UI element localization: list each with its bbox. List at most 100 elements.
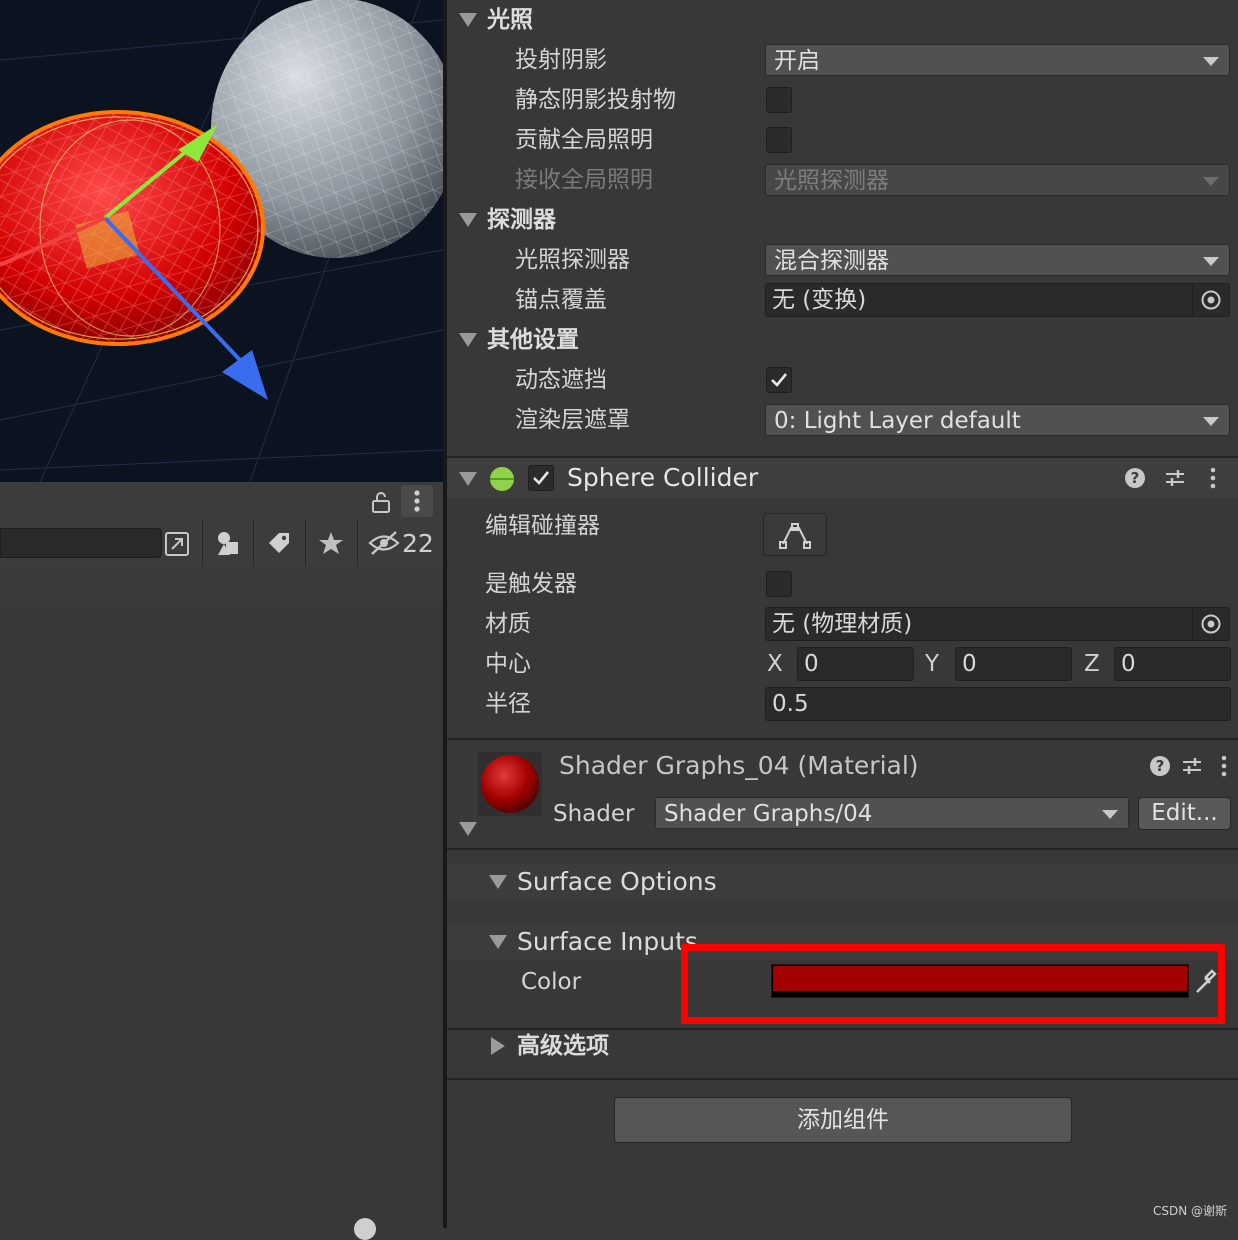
advanced-foldout-arrow[interactable] — [491, 1037, 505, 1055]
edit-collider-button[interactable] — [763, 513, 827, 556]
anchor-override-field[interactable]: 无 (变换) — [765, 283, 1230, 317]
hierarchy-toolbar — [0, 482, 443, 521]
center-y-input[interactable]: 0 — [955, 647, 1072, 681]
hidden-toggle-button[interactable]: 22 — [357, 520, 444, 566]
surface-options-header[interactable]: Surface Options — [447, 864, 1238, 900]
color-label: Color — [521, 969, 582, 995]
checkmark-icon — [771, 373, 788, 387]
filter-by-type-button[interactable] — [202, 520, 253, 566]
static-shadow-caster-checkbox[interactable] — [766, 87, 792, 113]
component-menu-icon[interactable] — [1214, 754, 1234, 778]
watermark: CSDN @谢斯 — [1153, 1204, 1228, 1218]
advanced-options-label[interactable]: 高级选项 — [517, 1026, 609, 1066]
expand-search-icon[interactable] — [162, 529, 192, 563]
center-z-label: Z — [1084, 651, 1100, 677]
receive-gi-value: 光照探测器 — [774, 168, 889, 194]
star-icon — [319, 532, 343, 554]
cast-shadows-label: 投射阴影 — [515, 47, 607, 73]
sphere-collider-icon — [489, 466, 515, 492]
tag-icon — [269, 533, 289, 553]
component-menu-icon[interactable] — [1203, 466, 1223, 490]
material-preview-sphere — [478, 752, 542, 820]
light-probes-dropdown[interactable]: 混合探测器 — [765, 244, 1230, 276]
other-settings-section-title[interactable]: 其他设置 — [487, 320, 579, 360]
is-trigger-checkbox[interactable] — [766, 571, 792, 597]
target-icon — [1201, 614, 1221, 634]
favorites-button[interactable] — [305, 520, 356, 566]
kebab-menu-icon[interactable] — [401, 485, 433, 517]
presets-icon[interactable] — [1180, 754, 1204, 778]
hierarchy-header — [0, 566, 443, 607]
physics-material-field[interactable]: 无 (物理材质) — [765, 607, 1230, 641]
material-foldout-arrow[interactable] — [459, 822, 477, 836]
edit-bounds-icon — [779, 523, 811, 549]
svg-text:?: ? — [1156, 757, 1165, 775]
probes-section-title[interactable]: 探测器 — [487, 200, 556, 240]
rendering-layer-label: 渲染层遮罩 — [515, 407, 630, 433]
divider — [447, 738, 1238, 740]
help-icon[interactable]: ? — [1148, 754, 1172, 778]
material-name: Shader Graphs_04 (Material) — [559, 751, 919, 780]
radius-label: 半径 — [485, 691, 531, 717]
svg-text:?: ? — [1131, 469, 1140, 487]
chevron-down-icon — [1203, 257, 1219, 266]
target-icon — [1201, 290, 1221, 310]
anchor-override-label: 锚点覆盖 — [515, 287, 607, 313]
sphere-collider-enabled-checkbox[interactable] — [528, 465, 554, 491]
shader-value: Shader Graphs/04 — [664, 801, 873, 827]
chevron-down-icon — [1102, 810, 1118, 819]
chevron-down-icon — [1203, 57, 1219, 66]
filter-by-label-button[interactable] — [253, 520, 304, 566]
center-y-label: Y — [925, 651, 940, 677]
contribute-gi-label: 贡献全局照明 — [515, 127, 653, 153]
material-label: 材质 — [485, 611, 531, 637]
cast-shadows-dropdown[interactable]: 开启 — [765, 44, 1230, 76]
light-probes-value: 混合探测器 — [774, 248, 889, 274]
add-component-button[interactable]: 添加组件 — [614, 1097, 1072, 1143]
center-label: 中心 — [485, 651, 531, 677]
center-x-input[interactable]: 0 — [797, 647, 914, 681]
scene-view[interactable] — [0, 0, 443, 482]
surface-options-label: Surface Options — [517, 867, 717, 896]
dynamic-occlusion-checkbox[interactable] — [766, 367, 792, 393]
divider — [447, 1078, 1238, 1080]
sphere-collider-foldout-arrow[interactable] — [459, 472, 477, 486]
scene-viewport-graphic — [0, 0, 443, 482]
object-picker-button[interactable] — [1192, 284, 1229, 316]
highlight-box — [681, 944, 1225, 1024]
edit-shader-button[interactable]: Edit... — [1138, 797, 1231, 830]
receive-gi-label: 接收全局照明 — [515, 167, 653, 193]
surface-inputs-foldout-arrow[interactable] — [489, 935, 507, 949]
edit-collider-label: 编辑碰撞器 — [485, 513, 600, 539]
chevron-down-icon — [1203, 177, 1219, 186]
contribute-gi-checkbox[interactable] — [766, 127, 792, 153]
lock-icon[interactable] — [370, 490, 392, 518]
checkmark-icon — [533, 471, 550, 485]
help-icon[interactable]: ? — [1123, 466, 1147, 490]
scroll-handle[interactable] — [354, 1218, 376, 1240]
other-settings-foldout-arrow[interactable] — [459, 333, 477, 347]
lighting-foldout-arrow[interactable] — [459, 13, 477, 27]
shader-dropdown[interactable]: Shader Graphs/04 — [655, 797, 1129, 829]
hierarchy-list[interactable] — [0, 606, 443, 1240]
static-shadow-caster-label: 静态阴影投射物 — [515, 87, 676, 113]
object-picker-button[interactable] — [1192, 608, 1229, 640]
hidden-count: 22 — [402, 528, 434, 558]
anchor-override-value: 无 (变换) — [772, 287, 867, 313]
rendering-layer-dropdown[interactable]: 0: Light Layer default — [765, 404, 1230, 436]
sphere-collider-header[interactable]: Sphere Collider ? — [447, 458, 1238, 498]
surface-inputs-label: Surface Inputs — [517, 927, 698, 956]
search-input[interactable] — [0, 528, 162, 558]
shapes-icon — [218, 532, 238, 555]
eye-hidden-icon — [368, 531, 400, 555]
probes-foldout-arrow[interactable] — [459, 213, 477, 227]
surface-options-foldout-arrow[interactable] — [489, 875, 507, 889]
center-z-input[interactable]: 0 — [1114, 647, 1231, 681]
radius-input[interactable]: 0.5 — [765, 687, 1231, 721]
is-trigger-label: 是触发器 — [485, 571, 577, 597]
presets-icon[interactable] — [1163, 466, 1187, 490]
divider — [447, 848, 1238, 850]
inspector-panel: 光照 投射阴影 开启 静态阴影投射物 贡献全局照明 接收全局照明 光照探测器 探… — [447, 0, 1238, 1228]
chevron-down-icon — [1203, 417, 1219, 426]
lighting-section-title[interactable]: 光照 — [487, 0, 533, 40]
